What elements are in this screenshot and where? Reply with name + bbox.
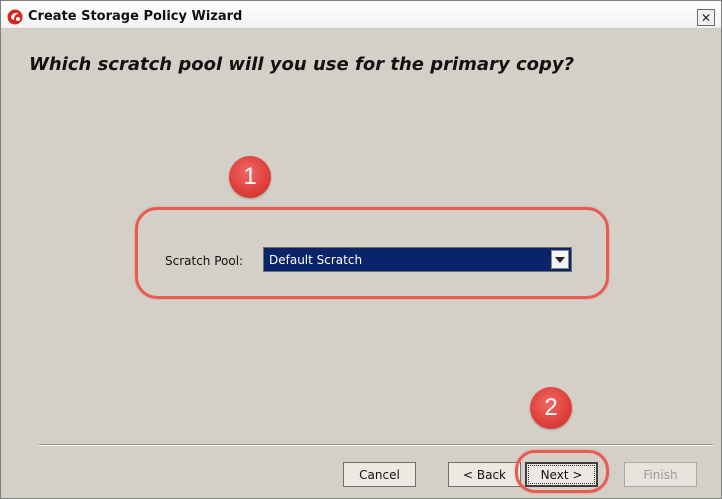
- app-icon: [7, 9, 23, 25]
- cancel-button[interactable]: Cancel: [343, 462, 416, 487]
- chevron-down-icon[interactable]: [551, 250, 569, 269]
- page-heading: Which scratch pool will you use for the …: [29, 54, 575, 75]
- scratch-pool-label: Scratch Pool:: [165, 254, 244, 268]
- scratch-pool-select[interactable]: Default Scratch: [263, 247, 572, 272]
- close-icon: ✕: [700, 10, 712, 25]
- annotation-marker-1: 1: [229, 156, 271, 198]
- close-button[interactable]: ✕: [697, 9, 715, 26]
- annotation-highlight-next: [515, 450, 609, 493]
- window-title: Create Storage Policy Wizard: [28, 9, 243, 24]
- annotation-marker-1-number: 1: [243, 163, 257, 190]
- scratch-pool-selected-value: Default Scratch: [269, 253, 363, 267]
- footer-divider: [39, 444, 713, 446]
- wizard-window: Create Storage Policy Wizard ✕ Which scr…: [0, 0, 722, 499]
- finish-button[interactable]: Finish: [624, 462, 697, 487]
- title-bar[interactable]: Create Storage Policy Wizard ✕: [1, 1, 721, 29]
- back-button[interactable]: < Back: [448, 462, 521, 487]
- annotation-marker-2-number: 2: [544, 394, 558, 421]
- annotation-marker-2: 2: [530, 387, 572, 429]
